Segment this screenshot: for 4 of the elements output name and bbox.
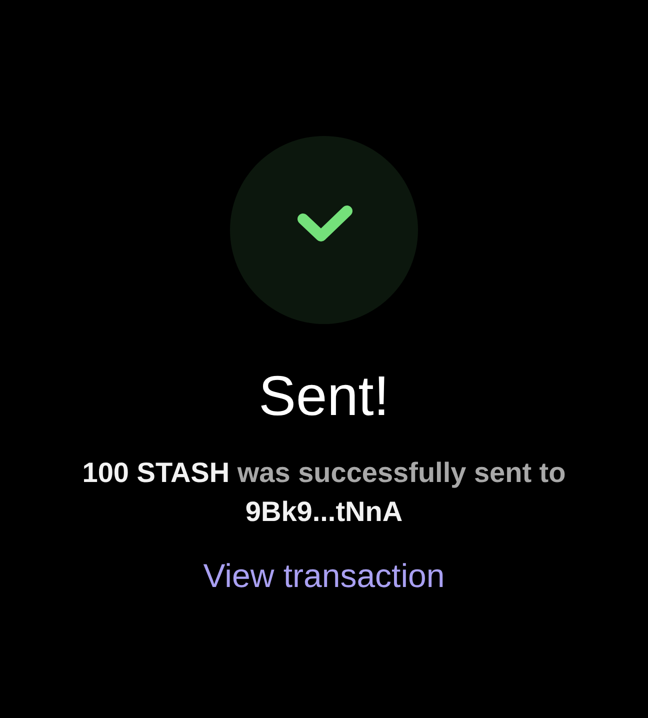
status-title: Sent! <box>258 363 390 429</box>
status-message: 100 STASH was successfully sent to 9Bk9...tNnA <box>81 456 567 529</box>
view-transaction-link[interactable]: View transaction <box>203 557 445 595</box>
checkmark-icon <box>230 136 418 324</box>
